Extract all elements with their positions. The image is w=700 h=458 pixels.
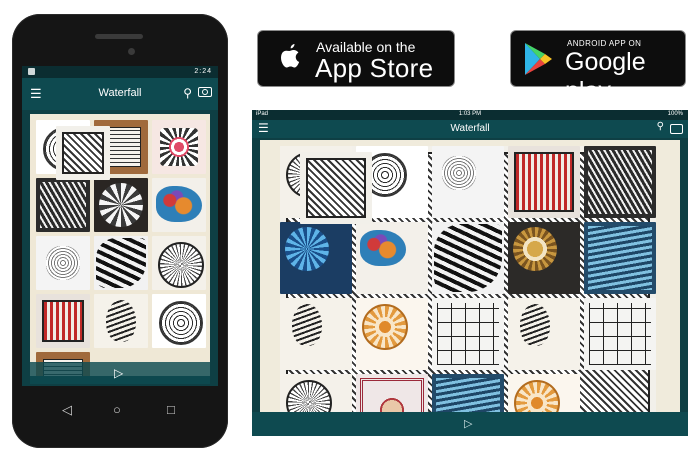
android-nav-bar: ◁ ○ □ [12, 394, 228, 434]
artwork-thumbnail[interactable] [94, 236, 148, 290]
phone-speaker [95, 34, 143, 39]
google-play-icon [525, 43, 552, 75]
phone-gallery-canvas [30, 114, 210, 376]
tablet-battery: 100% [667, 111, 683, 117]
ipad-screen: iPad 1:03 PM 100% ☰ Waterfall ⚲ ▷ [252, 110, 688, 436]
artwork-thumbnail[interactable] [36, 236, 90, 290]
artwork-thumbnail[interactable] [36, 178, 90, 232]
google-play-badge-line1: ANDROID APP ON [567, 39, 642, 48]
artwork-thumbnail[interactable] [36, 294, 90, 348]
artwork-thumbnail[interactable] [356, 374, 428, 412]
android-phone: 2:24 ☰ Waterfall ⚲ ▷ ◁ ○ □ [12, 14, 228, 448]
artwork-thumbnail[interactable] [152, 120, 206, 174]
tablet-status-time: 1:03 PM [458, 111, 482, 117]
play-icon[interactable]: ▷ [464, 417, 472, 430]
tablet-bottom-bar: ▷ [252, 412, 688, 436]
artwork-thumbnail[interactable] [432, 374, 504, 412]
notification-icon [28, 68, 35, 75]
artwork-thumbnail[interactable] [152, 178, 206, 232]
search-icon[interactable]: ⚲ [183, 86, 192, 100]
artwork-thumbnail[interactable] [508, 374, 580, 412]
artwork-thumbnail[interactable] [94, 294, 148, 348]
artwork-thumbnail[interactable] [356, 222, 428, 294]
google-play-badge-line2: Google play [565, 48, 646, 105]
artwork-thumbnail[interactable] [432, 298, 504, 370]
artwork-thumbnail[interactable] [280, 222, 352, 294]
artwork-thumbnail[interactable] [356, 298, 428, 370]
tablet-status-bar: iPad 1:03 PM 100% [252, 110, 688, 120]
phone-tile-grid [36, 120, 206, 376]
recents-icon[interactable]: □ [167, 402, 175, 417]
artwork-thumbnail[interactable] [508, 298, 580, 370]
artwork-thumbnail[interactable] [94, 178, 148, 232]
phone-screen: 2:24 ☰ Waterfall ⚲ ▷ [22, 66, 218, 386]
artwork-thumbnail[interactable] [584, 146, 656, 218]
artwork-thumbnail[interactable] [432, 146, 504, 218]
search-icon[interactable]: ⚲ [657, 121, 664, 132]
camera-icon[interactable] [670, 124, 683, 134]
app-title: Waterfall [450, 123, 490, 134]
tablet-app-header: ☰ Waterfall ⚲ [252, 120, 688, 138]
artwork-thumbnail[interactable] [280, 298, 352, 370]
camera-icon[interactable] [198, 87, 212, 97]
tablet-gallery-canvas [260, 140, 680, 412]
artwork-thumbnail[interactable] [280, 374, 352, 412]
artwork-thumbnail[interactable] [508, 146, 580, 218]
artwork-thumbnail[interactable] [56, 126, 110, 180]
artwork-thumbnail[interactable] [152, 236, 206, 290]
status-time: 2:24 [194, 68, 212, 75]
app-store-badge-line2: App Store [315, 53, 434, 83]
google-play-badge[interactable]: ANDROID APP ON Google play [510, 30, 686, 105]
artwork-thumbnail[interactable] [508, 222, 580, 294]
phone-front-camera [128, 48, 135, 55]
artwork-thumbnail[interactable] [432, 222, 504, 294]
apple-icon [281, 44, 300, 68]
phone-bottom-bar: ▷ [30, 362, 210, 384]
home-icon[interactable]: ○ [113, 402, 121, 417]
artwork-thumbnail[interactable] [584, 298, 656, 370]
back-icon[interactable]: ◁ [62, 402, 72, 418]
artwork-thumbnail[interactable] [300, 152, 372, 224]
phone-status-bar: 2:24 [22, 66, 218, 78]
artwork-thumbnail[interactable] [584, 222, 656, 294]
app-store-badge[interactable]: Available on the App Store [257, 30, 455, 87]
artwork-thumbnail[interactable] [152, 294, 206, 348]
play-icon[interactable]: ▷ [114, 366, 123, 380]
phone-app-header: ☰ Waterfall ⚲ [22, 78, 218, 110]
tablet-tile-grid [280, 146, 656, 412]
